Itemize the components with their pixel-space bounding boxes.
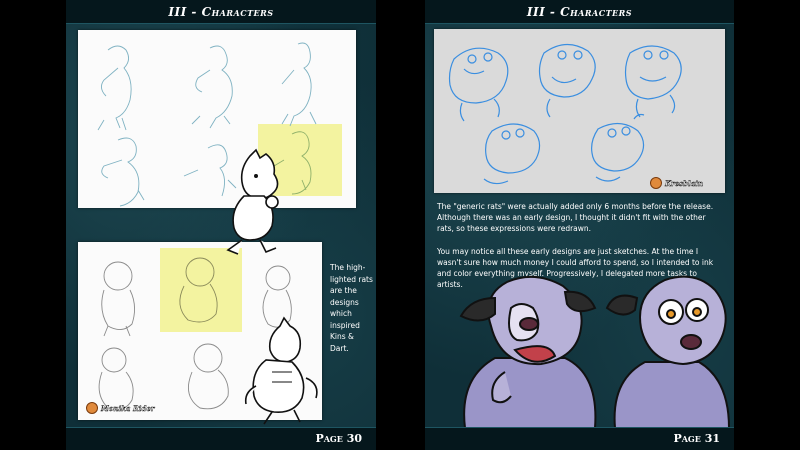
left-header-title: III - Characters: [168, 4, 274, 19]
side-note: The high-lighted rats are the designs wh…: [330, 263, 373, 353]
generic-rat-expressions: [448, 43, 682, 185]
left-page-header: III - Characters: [66, 0, 376, 24]
right-header-title: III - Characters: [526, 4, 633, 19]
artist-logo-icon: [86, 402, 98, 414]
right-credit: Kresblain: [650, 177, 703, 189]
left-credit-name: Monika Rider: [101, 403, 155, 413]
left-credit: Monika Rider: [86, 402, 155, 414]
right-page-footer: Page 31: [425, 427, 734, 450]
inked-rat-kins: [226, 148, 279, 255]
left-page-number: Page 30: [315, 432, 362, 445]
blue-sketch-sheet: Kresblain: [434, 29, 725, 193]
right-credit-name: Kresblain: [665, 178, 704, 188]
right-page: III - Characters Kresblain The "generic …: [425, 0, 734, 450]
colored-generic-rats: [459, 275, 731, 428]
left-page-footer: Page 30: [66, 427, 376, 450]
right-page-number: Page 31: [673, 432, 720, 445]
paragraph-1: The "generic rats" were actually added o…: [437, 202, 714, 234]
right-page-header: III - Characters: [425, 0, 734, 24]
left-page: III - Characters Monika Rider The high-l…: [66, 0, 376, 450]
inked-rat-dart: [244, 316, 318, 425]
artist-logo-icon: [650, 177, 662, 189]
